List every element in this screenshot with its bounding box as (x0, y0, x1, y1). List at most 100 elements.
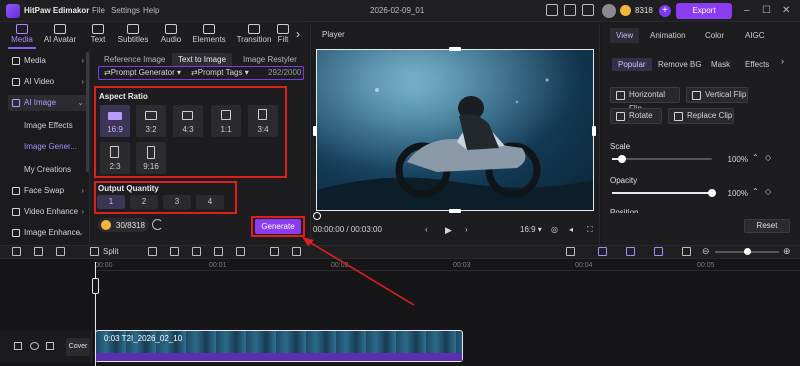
resize-handle-top[interactable] (449, 47, 461, 51)
fit-icon[interactable] (682, 247, 691, 256)
link-icon[interactable] (598, 247, 607, 256)
fullscreen-icon[interactable]: ⛶ (587, 225, 593, 235)
redo-icon[interactable] (34, 247, 43, 256)
sidebar-item-media[interactable]: Media › (8, 53, 88, 69)
ratio-9-16[interactable]: 9:16 (136, 142, 166, 174)
tab-elements[interactable]: Elements (189, 24, 229, 44)
ratio-4-3[interactable]: 4:3 (173, 105, 203, 137)
ratio-3-2[interactable]: 3:2 (136, 105, 166, 137)
tab-audio[interactable]: Audio (151, 24, 191, 44)
tab-text-to-image[interactable]: Text to Image (172, 53, 233, 66)
cart-icon[interactable] (582, 4, 594, 16)
notification-icon[interactable] (564, 4, 576, 16)
minimize-icon[interactable]: – (744, 5, 750, 16)
zoom-slider-knob[interactable] (744, 248, 751, 255)
resize-handle-right[interactable] (592, 126, 596, 136)
undo-icon[interactable] (12, 247, 21, 256)
tab-ai-avatar[interactable]: AI Avatar (40, 24, 80, 44)
video-preview[interactable] (316, 49, 594, 211)
opacity-value[interactable]: 100% (720, 189, 748, 201)
subtab-remove-bg[interactable]: Remove BG (658, 60, 702, 69)
scale-slider-knob[interactable] (618, 155, 626, 163)
tab-subtitles[interactable]: Subtitles (113, 24, 153, 44)
play-icon[interactable]: ▶ (445, 225, 452, 236)
tab-filter[interactable]: Filt (272, 24, 294, 44)
cover-button[interactable]: Cover (66, 338, 90, 356)
scale-stepper-icon[interactable]: ⌃ (752, 153, 759, 162)
resize-handle-left[interactable] (313, 126, 317, 136)
ratio-1-1[interactable]: 1:1 (211, 105, 241, 137)
microphone-icon[interactable] (566, 247, 575, 256)
subtab-effects[interactable]: Effects (745, 60, 769, 69)
sidebar-item-ai-video[interactable]: AI Video › (8, 74, 88, 90)
ratio-2-3[interactable]: 2:3 (100, 142, 130, 174)
opacity-slider[interactable] (612, 192, 712, 194)
zoom-out-icon[interactable]: ⊖ (702, 246, 710, 257)
sidebar-subitem-image-generator[interactable]: Image Gener... (24, 142, 77, 151)
chevron-right-icon[interactable]: › (296, 27, 300, 41)
resize-handle-bottom[interactable] (449, 209, 461, 213)
ratio-16-9[interactable]: 16:9 (100, 105, 130, 137)
lock-icon[interactable] (14, 342, 22, 350)
transform-icon[interactable] (192, 247, 201, 256)
face-icon[interactable] (270, 247, 279, 256)
aspect-dropdown[interactable]: 16:9 ▾ (520, 225, 542, 234)
prompt-tags-dropdown[interactable]: ⇄Prompt Tags ▾ (191, 68, 249, 77)
sidebar-item-video-enhance[interactable]: Video Enhance › (8, 204, 88, 220)
split-label[interactable]: Split (103, 247, 119, 256)
speed-icon[interactable] (170, 247, 179, 256)
close-icon[interactable]: ✕ (782, 5, 790, 16)
next-frame-icon[interactable]: › (465, 225, 468, 234)
prev-frame-icon[interactable]: ‹ (425, 225, 428, 234)
replace-clip-button[interactable]: Replace Clip (668, 108, 734, 124)
rotate-button[interactable]: Rotate (610, 108, 662, 124)
timeline-ruler[interactable] (95, 259, 800, 271)
freeze-icon[interactable] (214, 247, 223, 256)
prompt-generator-dropdown[interactable]: ⇄Prompt Generator ▾ (104, 68, 181, 77)
tab-media[interactable]: Media (2, 24, 42, 44)
scale-slider[interactable] (612, 158, 712, 160)
tab-aigc[interactable]: AIGC (745, 31, 765, 40)
sidebar-subitem-image-effects[interactable]: Image Effects (24, 121, 73, 130)
tab-image-restyler[interactable]: Image Restyler (243, 55, 297, 64)
generate-button[interactable]: Generate (255, 219, 301, 234)
duration-icon[interactable] (236, 247, 245, 256)
opacity-stepper-icon[interactable]: ⌃ (752, 187, 759, 196)
vertical-flip-button[interactable]: Vertical Flip (686, 87, 748, 103)
refresh-icon[interactable] (152, 219, 163, 230)
tab-text[interactable]: Text (78, 24, 118, 44)
crop-icon[interactable] (148, 247, 157, 256)
tab-view[interactable]: View (610, 28, 640, 43)
quantity-1[interactable]: 1 (97, 195, 125, 209)
sidebar-scrollbar[interactable] (86, 52, 89, 172)
player-scrubber[interactable] (313, 212, 321, 220)
zoom-in-icon[interactable]: ⊕ (783, 246, 791, 257)
subtab-popular[interactable]: Popular (612, 58, 652, 71)
delete-icon[interactable] (56, 247, 65, 256)
sidebar-item-face-swap[interactable]: Face Swap › (8, 183, 88, 199)
maximize-icon[interactable]: ☐ (762, 5, 771, 16)
tab-animation[interactable]: Animation (650, 31, 686, 40)
export-button[interactable]: Export (676, 3, 732, 19)
quantity-3[interactable]: 3 (163, 195, 191, 209)
subtab-mask[interactable]: Mask (711, 60, 730, 69)
keyframe-icon[interactable]: ◇ (765, 187, 771, 196)
menu-help[interactable]: Help (143, 6, 159, 15)
quantity-2[interactable]: 2 (130, 195, 158, 209)
visibility-icon[interactable] (30, 342, 39, 350)
split-icon[interactable] (90, 247, 99, 256)
snapshot-icon[interactable]: ◎ (551, 225, 558, 234)
tab-reference-image[interactable]: Reference Image (104, 55, 165, 64)
keyframe-icon[interactable]: ◇ (765, 153, 771, 162)
add-credits-button[interactable]: + (659, 5, 671, 17)
quantity-4[interactable]: 4 (196, 195, 224, 209)
screen-icon[interactable] (546, 4, 558, 16)
tab-color[interactable]: Color (705, 31, 724, 40)
mute-icon[interactable] (46, 342, 54, 350)
sidebar-item-ai-image[interactable]: AI Image ⌄ (8, 95, 88, 111)
track-icon[interactable] (654, 247, 663, 256)
horizontal-flip-button[interactable]: Horizontal Flip (610, 87, 680, 113)
volume-icon[interactable]: ◂ (569, 225, 573, 234)
menu-settings[interactable]: Settings (111, 6, 140, 15)
menu-file[interactable]: File (92, 6, 105, 15)
